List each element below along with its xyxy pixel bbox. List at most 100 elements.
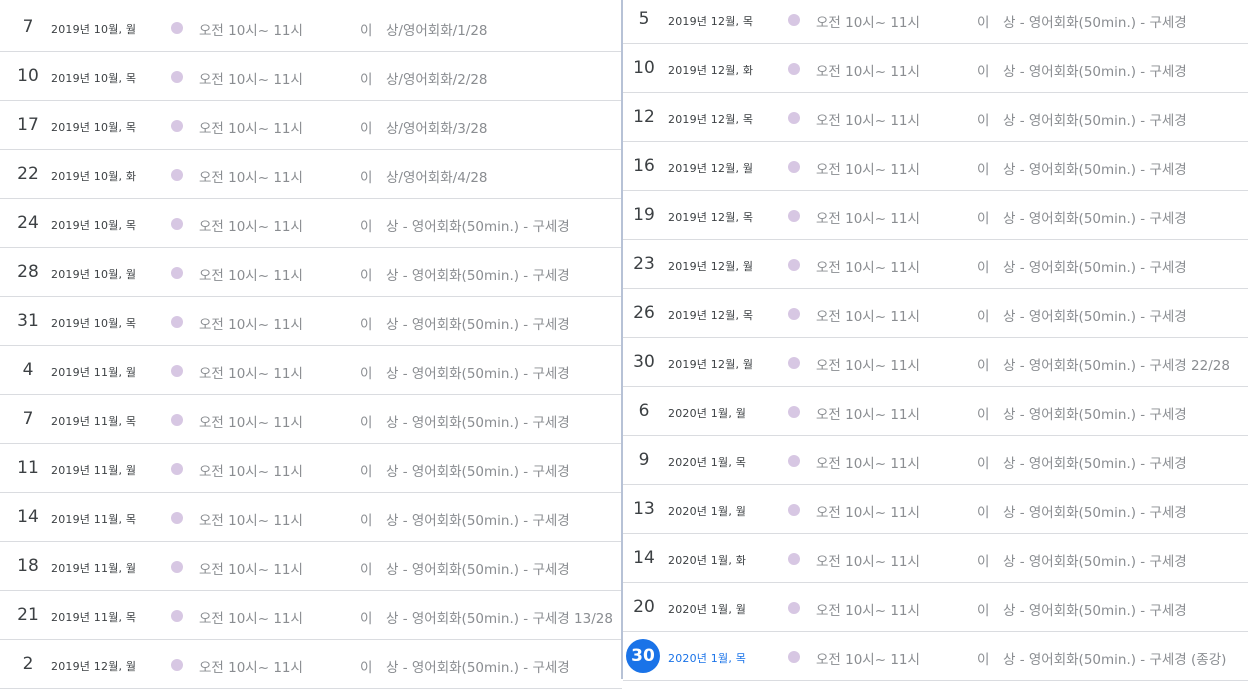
day-number[interactable]: 2	[10, 649, 46, 679]
event-owner: 이	[360, 268, 373, 284]
day-number[interactable]: 19	[626, 200, 662, 230]
event-title[interactable]: 상 - 영어회화(50min.) - 구세경	[1003, 60, 1187, 80]
day-number[interactable]: 6	[626, 396, 662, 426]
event-title[interactable]: 상 - 영어회화(50min.) - 구세경	[1003, 256, 1187, 276]
event-owner: 이	[977, 358, 990, 374]
event-row[interactable]: 14 2019년 11월, 목 오전 10시~ 11시 이 상 - 영어회화(5…	[0, 493, 622, 542]
event-row[interactable]: 5 2019년 12월, 목 오전 10시~ 11시 이 상 - 영어회화(50…	[623, 0, 1248, 44]
event-row[interactable]: 14 2020년 1월, 화 오전 10시~ 11시 이 상 - 영어회화(50…	[623, 534, 1248, 583]
date-label: 2019년 11월, 목	[51, 611, 137, 624]
event-row[interactable]: 21 2019년 11월, 목 오전 10시~ 11시 이 상 - 영어회화(5…	[0, 591, 622, 640]
event-title[interactable]: 상 - 영어회화(50min.) - 구세경 13/28	[386, 607, 613, 627]
event-row[interactable]: 12 2019년 12월, 목 오전 10시~ 11시 이 상 - 영어회화(5…	[623, 93, 1248, 142]
event-title[interactable]: 상 - 영어회화(50min.) - 구세경	[1003, 11, 1187, 31]
day-number[interactable]: 11	[10, 453, 46, 483]
event-title[interactable]: 상 - 영어회화(50min.) - 구세경	[1003, 403, 1187, 423]
day-number[interactable]: 10	[10, 61, 46, 91]
event-color-dot	[788, 161, 800, 173]
event-row[interactable]: 10 2019년 12월, 화 오전 10시~ 11시 이 상 - 영어회화(5…	[623, 44, 1248, 93]
day-number[interactable]: 30	[626, 347, 662, 377]
day-number[interactable]: 23	[626, 249, 662, 279]
day-number[interactable]: 10	[626, 53, 662, 83]
day-number[interactable]: 12	[626, 102, 662, 132]
day-number[interactable]: 21	[10, 600, 46, 630]
day-number[interactable]: 4	[10, 355, 46, 385]
event-title[interactable]: 상 - 영어회화(50min.) - 구세경	[1003, 550, 1187, 570]
day-number[interactable]: 17	[10, 110, 46, 140]
event-row[interactable]: 31 2019년 10월, 목 오전 10시~ 11시 이 상 - 영어회화(5…	[0, 297, 622, 346]
event-row[interactable]: 16 2019년 12월, 월 오전 10시~ 11시 이 상 - 영어회화(5…	[623, 142, 1248, 191]
day-number[interactable]: 26	[626, 298, 662, 328]
event-row[interactable]: 4 2019년 11월, 월 오전 10시~ 11시 이 상 - 영어회화(50…	[0, 346, 622, 395]
event-row[interactable]: 7 2019년 10월, 월 오전 10시~ 11시 이 상/영어회화/1/28	[0, 3, 622, 52]
day-number[interactable]: 7	[10, 404, 46, 434]
day-number[interactable]: 20	[626, 592, 662, 622]
day-number[interactable]: 7	[10, 12, 46, 42]
event-row[interactable]: 28 2019년 10월, 월 오전 10시~ 11시 이 상 - 영어회화(5…	[0, 248, 622, 297]
event-title[interactable]: 상 - 영어회화(50min.) - 구세경 (종강)	[1003, 648, 1226, 668]
day-number[interactable]: 14	[10, 502, 46, 532]
event-color-dot	[171, 71, 183, 83]
event-row[interactable]: 30 2019년 12월, 월 오전 10시~ 11시 이 상 - 영어회화(5…	[623, 338, 1248, 387]
day-number[interactable]: 14	[626, 543, 662, 573]
event-title[interactable]: 상 - 영어회화(50min.) - 구세경	[386, 362, 570, 382]
event-row[interactable]: 24 2019년 10월, 목 오전 10시~ 11시 이 상 - 영어회화(5…	[0, 199, 622, 248]
day-number[interactable]: 30	[626, 639, 660, 673]
day-number[interactable]: 16	[626, 151, 662, 181]
event-row[interactable]: 13 2020년 1월, 월 오전 10시~ 11시 이 상 - 영어회화(50…	[623, 485, 1248, 534]
event-row[interactable]: 11 2019년 11월, 월 오전 10시~ 11시 이 상 - 영어회화(5…	[0, 444, 622, 493]
event-row[interactable]: 20 2020년 1월, 월 오전 10시~ 11시 이 상 - 영어회화(50…	[623, 583, 1248, 632]
event-row[interactable]: 6 2020년 1월, 월 오전 10시~ 11시 이 상 - 영어회화(50m…	[623, 387, 1248, 436]
day-number[interactable]: 28	[10, 257, 46, 287]
date-label: 2019년 10월, 월	[51, 268, 137, 281]
event-time: 오전 10시~ 11시	[199, 23, 303, 39]
event-title[interactable]: 상 - 영어회화(50min.) - 구세경	[386, 215, 570, 235]
event-row[interactable]: 26 2019년 12월, 목 오전 10시~ 11시 이 상 - 영어회화(5…	[623, 289, 1248, 338]
event-row[interactable]: 7 2019년 11월, 목 오전 10시~ 11시 이 상 - 영어회화(50…	[0, 395, 622, 444]
day-number[interactable]: 13	[626, 494, 662, 524]
event-title[interactable]: 상 - 영어회화(50min.) - 구세경	[386, 411, 570, 431]
event-title[interactable]: 상 - 영어회화(50min.) - 구세경	[386, 509, 570, 529]
day-number[interactable]: 22	[10, 159, 46, 189]
event-row[interactable]: 23 2019년 12월, 월 오전 10시~ 11시 이 상 - 영어회화(5…	[623, 240, 1248, 289]
event-title[interactable]: 상 - 영어회화(50min.) - 구세경	[386, 558, 570, 578]
event-owner: 이	[977, 15, 990, 31]
event-color-dot	[171, 610, 183, 622]
day-number[interactable]: 31	[10, 306, 46, 336]
event-row[interactable]: 18 2019년 11월, 월 오전 10시~ 11시 이 상 - 영어회화(5…	[0, 542, 622, 591]
event-owner: 이	[977, 64, 990, 80]
day-number[interactable]: 18	[10, 551, 46, 581]
event-title[interactable]: 상 - 영어회화(50min.) - 구세경	[1003, 158, 1187, 178]
event-title[interactable]: 상 - 영어회화(50min.) - 구세경	[1003, 305, 1187, 325]
event-title[interactable]: 상/영어회화/2/28	[386, 68, 488, 88]
event-title[interactable]: 상 - 영어회화(50min.) - 구세경	[386, 313, 570, 333]
event-row[interactable]: 30 2020년 1월, 목 오전 10시~ 11시 이 상 - 영어회화(50…	[623, 632, 1248, 681]
day-number[interactable]: 5	[626, 4, 662, 34]
event-title[interactable]: 상 - 영어회화(50min.) - 구세경	[386, 264, 570, 284]
date-label: 2019년 10월, 목	[51, 317, 137, 330]
event-title[interactable]: 상/영어회화/4/28	[386, 166, 488, 186]
event-title[interactable]: 상/영어회화/3/28	[386, 117, 488, 137]
event-row[interactable]: 19 2019년 12월, 목 오전 10시~ 11시 이 상 - 영어회화(5…	[623, 191, 1248, 240]
day-number[interactable]: 9	[626, 445, 662, 475]
event-title[interactable]: 상 - 영어회화(50min.) - 구세경	[386, 656, 570, 676]
event-title[interactable]: 상 - 영어회화(50min.) - 구세경	[1003, 599, 1187, 619]
event-title[interactable]: 상 - 영어회화(50min.) - 구세경 22/28	[1003, 354, 1230, 374]
event-owner: 이	[977, 211, 990, 227]
event-time: 오전 10시~ 11시	[199, 415, 303, 431]
event-row[interactable]: 2 2019년 12월, 월 오전 10시~ 11시 이 상 - 영어회화(50…	[0, 640, 622, 689]
date-label: 2020년 1월, 목	[668, 456, 747, 469]
event-title[interactable]: 상 - 영어회화(50min.) - 구세경	[1003, 109, 1187, 129]
event-row[interactable]: 10 2019년 10월, 목 오전 10시~ 11시 이 상/영어회화/2/2…	[0, 52, 622, 101]
event-row[interactable]: 9 2020년 1월, 목 오전 10시~ 11시 이 상 - 영어회화(50m…	[623, 436, 1248, 485]
event-color-dot	[171, 316, 183, 328]
date-label: 2020년 1월, 월	[668, 603, 747, 616]
day-number[interactable]: 24	[10, 208, 46, 238]
event-title[interactable]: 상/영어회화/1/28	[386, 19, 488, 39]
event-title[interactable]: 상 - 영어회화(50min.) - 구세경	[1003, 501, 1187, 521]
event-title[interactable]: 상 - 영어회화(50min.) - 구세경	[1003, 207, 1187, 227]
event-title[interactable]: 상 - 영어회화(50min.) - 구세경	[1003, 452, 1187, 472]
event-title[interactable]: 상 - 영어회화(50min.) - 구세경	[386, 460, 570, 480]
event-row[interactable]: 22 2019년 10월, 화 오전 10시~ 11시 이 상/영어회화/4/2…	[0, 150, 622, 199]
event-row[interactable]: 17 2019년 10월, 목 오전 10시~ 11시 이 상/영어회화/3/2…	[0, 101, 622, 150]
